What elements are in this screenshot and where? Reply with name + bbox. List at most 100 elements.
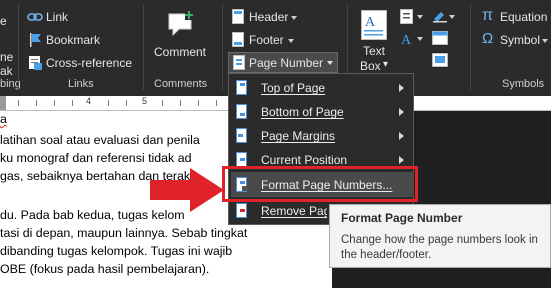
- quick-parts-icon: [400, 9, 413, 24]
- quick-parts-button[interactable]: [398, 8, 426, 26]
- tooltip: Format Page Number Change how the page n…: [329, 204, 551, 268]
- wordart-icon: A: [401, 33, 412, 47]
- comments-group-label: Comments: [154, 78, 208, 90]
- menu-item-label: Top of Page: [261, 81, 326, 95]
- dropdown-caret-icon: [449, 15, 455, 19]
- omega-symbol-icon: Ω: [482, 30, 494, 47]
- dropdown-caret-icon: ▾: [383, 59, 389, 70]
- bottom-of-page-icon: [236, 104, 247, 119]
- menu-item-page-margins[interactable]: Page Margins: [229, 124, 413, 148]
- footer-button[interactable]: Footer: [229, 30, 329, 50]
- red-arrow-annotation: [150, 168, 224, 212]
- document-line: dibanding tugas kelompok. Tugas ini waji…: [0, 244, 233, 258]
- dropdown-caret-icon: [288, 39, 294, 43]
- group-separator: [222, 4, 223, 90]
- comment-label: Comment: [154, 45, 207, 59]
- menu-item-bottom-of-page[interactable]: Bottom of Page: [229, 100, 413, 124]
- menu-item-label: Current Position: [261, 153, 348, 167]
- cross-reference-icon: [29, 56, 42, 70]
- comment-icon: [168, 10, 195, 37]
- ruler-tick: [36, 100, 37, 106]
- bookmark-flag-icon: [30, 33, 41, 47]
- signature-line-button[interactable]: [430, 8, 458, 26]
- date-time-icon: [432, 31, 448, 45]
- remove-page-numbers-icon: [236, 203, 247, 218]
- dropdown-caret-icon: [542, 39, 548, 43]
- symbols-group-label: Symbols: [502, 78, 545, 90]
- ribbon-cut-text: ak: [0, 64, 13, 78]
- ruler-tick: [216, 100, 217, 106]
- menu-item-top-of-page[interactable]: Top of Page: [229, 76, 413, 100]
- dropdown-caret-icon: [291, 16, 297, 20]
- pi-equation-icon: π: [482, 7, 494, 24]
- page-number-icon: [233, 55, 245, 70]
- document-line: OBE (fokus pada hasil pembelajaran).: [0, 262, 210, 276]
- svg-text:A: A: [401, 33, 412, 47]
- ruler-tick: [108, 100, 109, 106]
- text-box-button[interactable]: A Text Box ▾: [354, 8, 394, 74]
- submenu-arrow-icon: [399, 132, 404, 140]
- ruler-tick: [198, 100, 199, 106]
- ruler-tick: [126, 100, 127, 106]
- top-of-page-icon: [236, 80, 247, 95]
- ruler-margin: [0, 96, 6, 110]
- footer-page-icon: [232, 32, 244, 47]
- dropdown-caret-icon: [417, 15, 423, 19]
- submenu-arrow-icon: [399, 156, 404, 164]
- equation-button[interactable]: π Equation: [478, 7, 551, 27]
- date-time-button[interactable]: [430, 30, 454, 48]
- dropdown-caret-icon: [327, 61, 333, 65]
- link-label: Link: [46, 10, 69, 24]
- menu-item-label: Page Margins: [261, 129, 336, 143]
- ruler-tick: [54, 100, 55, 106]
- bookmark-button[interactable]: Bookmark: [26, 31, 138, 49]
- svg-text:A: A: [365, 15, 376, 30]
- signature-line-icon: [433, 12, 447, 23]
- object-button[interactable]: [430, 52, 454, 70]
- text-box-label: Box: [360, 59, 381, 73]
- submenu-arrow-icon: [399, 108, 404, 116]
- ruler-number: 4: [86, 96, 92, 106]
- ruler-tick: [72, 100, 73, 106]
- dropdown-caret-icon: [417, 37, 423, 41]
- comment-button[interactable]: Comment: [150, 8, 216, 64]
- footer-label: Footer: [249, 33, 284, 47]
- group-separator: [143, 4, 144, 90]
- document-line: a: [0, 112, 7, 126]
- bookmark-label: Bookmark: [46, 33, 101, 47]
- wordart-button[interactable]: A: [398, 30, 426, 48]
- menu-item-label: Remove Page Numbers: [261, 204, 327, 218]
- ribbon-cut-text: e: [0, 14, 7, 28]
- ruler-tick: [162, 100, 163, 106]
- ruler-tick: [18, 100, 19, 106]
- page-number-label: Page Number: [249, 56, 324, 70]
- document-line: ku monograf dan referensi tidak ad: [0, 151, 192, 165]
- document-line: latihan soal atau evaluasi dan penila: [0, 133, 200, 147]
- document-line: tasi di depan, maupun lainnya. Sebab tin…: [0, 226, 248, 240]
- symbol-button[interactable]: Ω Symbol: [478, 30, 551, 50]
- tooltip-body: Change how the page numbers look in the …: [341, 234, 538, 261]
- ribbon-cut-text: ne: [0, 50, 14, 64]
- object-icon: [432, 53, 448, 67]
- cross-reference-label: Cross-reference: [46, 56, 133, 70]
- submenu-arrow-icon: [399, 84, 404, 92]
- links-group-label: Links: [68, 78, 94, 90]
- header-label: Header: [249, 10, 289, 24]
- text-box-icon: A: [361, 10, 387, 40]
- header-page-icon: [232, 9, 244, 24]
- link-button[interactable]: Link: [26, 8, 138, 26]
- red-highlight-box: [222, 166, 418, 202]
- symbol-label: Symbol: [500, 33, 541, 47]
- link-icon: [27, 13, 43, 21]
- menu-item-label: Bottom of Page: [261, 105, 344, 119]
- page-margins-icon: [236, 128, 247, 143]
- text-box-label: Text: [363, 44, 386, 58]
- current-position-icon: [236, 152, 247, 167]
- cross-reference-button[interactable]: Cross-reference: [26, 54, 138, 72]
- group-separator: [18, 4, 19, 90]
- group-separator: [470, 4, 471, 90]
- ruler-tick: [180, 100, 181, 106]
- ruler-number: 5: [142, 96, 148, 106]
- header-button[interactable]: Header: [229, 7, 329, 27]
- page-number-button[interactable]: Page Number: [228, 52, 338, 73]
